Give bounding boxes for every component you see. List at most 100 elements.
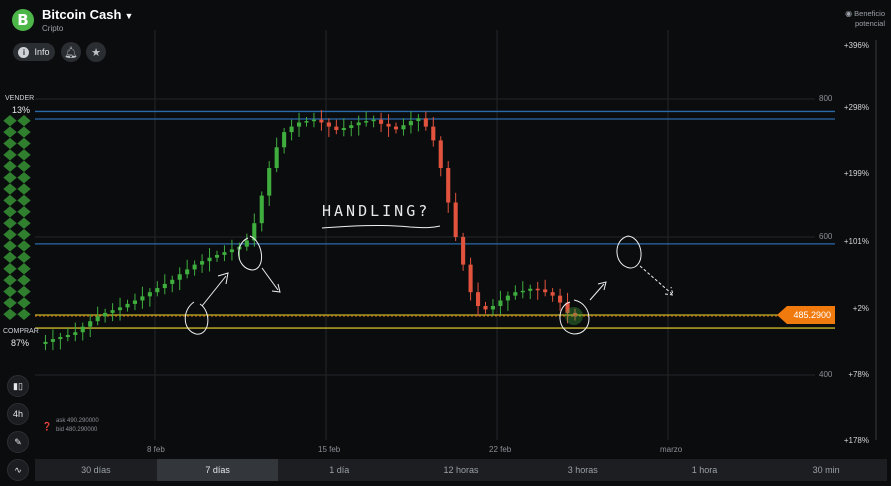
indicators-button[interactable]: ∿ (7, 459, 29, 481)
candle-body (274, 147, 279, 168)
indicator-icon: ∿ (14, 464, 22, 475)
handwritten-note: HANDLING? (322, 202, 431, 220)
sentiment-diamond (3, 217, 17, 229)
caret-down-icon: ▼ (124, 11, 134, 21)
star-icon[interactable]: ★ (86, 42, 106, 62)
candle-body (535, 288, 540, 291)
timeframe-7d[interactable]: 7 días (156, 459, 279, 481)
x-tick: 8 feb (147, 445, 165, 454)
candle-body (423, 118, 428, 127)
timeframe-30d[interactable]: 30 días (35, 459, 157, 481)
candle-body (289, 126, 294, 133)
candle-body (155, 288, 160, 293)
sentiment-diamond (3, 160, 17, 172)
timeframe-1h[interactable]: 1 hora (644, 459, 766, 481)
candle-body (117, 307, 123, 311)
drawn-circle-4 (616, 235, 642, 269)
candle-body (147, 292, 152, 297)
bitcoin-cash-logo-icon: B (12, 9, 34, 31)
candle-body (95, 316, 100, 322)
candle-body (214, 254, 220, 258)
info-icon: i (18, 46, 30, 58)
sentiment-diamond (3, 171, 17, 184)
pencil-icon: ✎ (14, 436, 22, 447)
timeframe-1d[interactable]: 1 día (278, 459, 400, 481)
profit-tick: +199% (843, 169, 869, 178)
candle-body (259, 195, 264, 224)
sentiment-diamond (3, 240, 17, 252)
candle-body (110, 310, 115, 313)
candle-body (200, 261, 205, 265)
candle-body (461, 237, 466, 265)
candle-body (431, 126, 436, 141)
candle-body (416, 118, 421, 122)
candle-body (140, 296, 145, 301)
price-tick: 400 (819, 370, 833, 379)
candle-body (490, 306, 496, 310)
candle-body (550, 292, 555, 296)
candle-body (393, 126, 399, 130)
chart-type-button[interactable]: ▮▯ (7, 375, 29, 397)
candle-body (192, 264, 197, 270)
sentiment-diamond (17, 115, 31, 127)
candle-body (386, 123, 391, 127)
asset-selector[interactable]: Bitcoin Cash ▼ (42, 7, 133, 22)
candle-body (244, 240, 249, 247)
drawn-arrow-2 (261, 267, 281, 293)
candle-body (446, 168, 451, 203)
candle-body (468, 264, 473, 293)
sentiment-diamond (17, 171, 31, 184)
price-tick: 600 (819, 232, 833, 241)
candle-body (311, 119, 317, 122)
current-price-tag: 485.2900 (777, 306, 835, 324)
candle-body (528, 288, 533, 291)
candle-body (267, 168, 272, 196)
sentiment-diamond (17, 263, 31, 275)
help-icon[interactable]: ❓ (42, 422, 52, 431)
bell-icon[interactable]: 🔔︎ (61, 42, 81, 62)
timeframe-12h[interactable]: 12 horas (400, 459, 522, 481)
candle-body (88, 321, 93, 327)
sentiment-diamond (17, 274, 31, 286)
timeframe-button[interactable]: 4h (7, 403, 29, 425)
x-tick: 15 feb (318, 445, 341, 454)
info-button[interactable]: i Info (13, 43, 55, 61)
sentiment-diamond (17, 297, 31, 309)
candle-body (177, 274, 182, 280)
candle-body (229, 249, 234, 253)
sentiment-diamond (3, 308, 17, 320)
candle-body (73, 332, 78, 335)
sentiment-diamond (3, 183, 17, 195)
candle-body (326, 122, 331, 127)
candle-body (356, 122, 361, 126)
timeframe-30m[interactable]: 30 min (765, 459, 887, 481)
candle-body (80, 326, 85, 333)
draw-tool-button[interactable]: ✎ (7, 431, 29, 453)
user-drawings (184, 224, 674, 335)
candle-body (43, 341, 48, 344)
eye-icon[interactable]: ◉ (845, 9, 852, 18)
candle-body (371, 119, 376, 122)
candle-body (341, 127, 346, 131)
sentiment-diamond (3, 251, 17, 264)
candle-body (319, 119, 324, 123)
candle-body (125, 303, 130, 308)
candle-body (401, 125, 406, 130)
price-chart[interactable] (0, 0, 891, 486)
drawn-arrow-3 (589, 281, 607, 301)
buy-percent: 87% (11, 338, 30, 348)
candle-body (475, 292, 481, 306)
sentiment-diamond (3, 285, 17, 298)
bid-price: bid 480.290000 (56, 427, 98, 433)
candle-body (103, 312, 108, 317)
profit-tick: +178% (843, 436, 869, 445)
potential-profit-label: ◉ Beneficio potencial (845, 9, 885, 28)
sell-label: VENDER (5, 95, 35, 102)
asset-name: Bitcoin Cash (42, 7, 122, 22)
candle-body (65, 334, 70, 338)
sentiment-diamond (17, 308, 31, 320)
timeframe-bar: 30 días 7 días 1 día 12 horas 3 horas 1 … (35, 459, 887, 481)
timeframe-3h[interactable]: 3 horas (522, 459, 644, 481)
candle-body (296, 122, 302, 127)
candle-body (132, 300, 138, 304)
